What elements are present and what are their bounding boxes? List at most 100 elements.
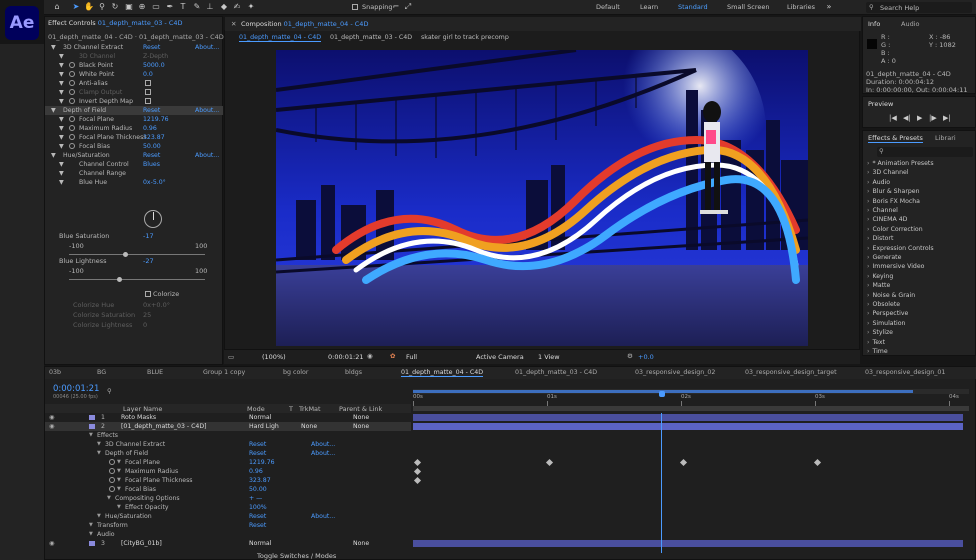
timeline-tracks[interactable] <box>413 413 969 553</box>
property-value[interactable]: 0.96 <box>249 467 263 476</box>
brush-tool-icon[interactable]: ✎ <box>192 2 202 12</box>
stopwatch-icon[interactable] <box>109 468 115 474</box>
expand-triangle-icon[interactable]: ▼ <box>51 151 56 160</box>
exposure-value[interactable]: +0.0 <box>638 353 654 361</box>
effects-presets-tab[interactable]: Effects & Presets <box>868 134 923 143</box>
audio-tab[interactable]: Audio <box>901 20 919 28</box>
workspace-standard[interactable]: Standard <box>678 3 708 11</box>
keyframe[interactable] <box>813 458 822 467</box>
expand-triangle-icon[interactable]: ▼ <box>107 494 111 503</box>
resolution-select[interactable]: Full <box>406 353 417 361</box>
overflow-icon[interactable]: » <box>824 2 834 12</box>
expand-triangle-icon[interactable]: ▼ <box>59 142 64 151</box>
comp-tab-skater[interactable]: skater girl to track precomp <box>421 34 509 41</box>
label-color-swatch[interactable] <box>89 424 95 429</box>
workspace-small-screen[interactable]: Small Screen <box>727 3 769 11</box>
expand-triangle-icon[interactable]: ▼ <box>59 115 64 124</box>
property-value[interactable]: 1219.76 <box>249 458 275 467</box>
reset-link[interactable]: Reset <box>143 106 160 115</box>
ec-checkbox[interactable] <box>145 98 151 104</box>
effects-category-item[interactable]: › Keying <box>867 273 893 280</box>
timeline-property-row[interactable]: ▼ Focal Bias 50.00 <box>45 485 411 494</box>
hand-tool-icon[interactable]: ✋ <box>84 2 94 12</box>
reset-link[interactable]: Reset <box>249 512 266 521</box>
info-tab[interactable]: Info <box>868 20 880 28</box>
timeline-tab[interactable]: 03b <box>49 369 61 376</box>
expand-triangle-icon[interactable]: ▼ <box>59 88 64 97</box>
effect-controls-tab[interactable]: Effect Controls 01_depth_matte_03 - C4D <box>48 19 220 29</box>
blue_saturation-knob[interactable] <box>123 252 129 257</box>
effects-category-item[interactable]: › Expression Controls <box>867 245 934 252</box>
effects-category-item[interactable]: › Distort <box>867 235 893 242</box>
effects-category-item[interactable]: › Stylize <box>867 329 893 336</box>
effects-category-item[interactable]: › Obsolete <box>867 301 900 308</box>
reset-link[interactable]: Reset <box>249 440 266 449</box>
expand-triangle-icon[interactable]: ▼ <box>59 169 64 178</box>
eraser-tool-icon[interactable]: ◆ <box>219 2 229 12</box>
timeline-tab[interactable]: 03_responsive_design_02 <box>635 369 715 376</box>
reset-link[interactable]: Reset <box>143 151 160 160</box>
timeline-layer-row[interactable]: ◉ 2 [01_depth_matte_03 - C4D] Hard Ligh None… <box>45 422 411 431</box>
ec-checkbox[interactable] <box>145 80 151 86</box>
blue_saturation-value[interactable]: -17 <box>143 232 154 240</box>
ec-row[interactable]: ▼ 3D Channel Extract Reset About... <box>45 43 223 52</box>
expand-triangle-icon[interactable]: ▼ <box>59 124 64 133</box>
about-link[interactable]: About... <box>311 512 335 521</box>
visibility-icon[interactable]: ◉ <box>49 413 54 422</box>
effects-category-item[interactable]: › Text <box>867 339 885 346</box>
expand-triangle-icon[interactable]: ▼ <box>59 97 64 106</box>
timeline-property-row[interactable]: ▼ Compositing Options + — <box>45 494 411 503</box>
effects-category-item[interactable]: › Immersive Video <box>867 263 924 270</box>
ec-row[interactable]: ▼ Channel Range <box>45 169 223 178</box>
expand-triangle-icon[interactable]: ▼ <box>117 503 121 512</box>
comp-tab-03[interactable]: 01_depth_matte_03 - C4D <box>330 34 412 41</box>
effects-category-item[interactable]: › Simulation <box>867 320 905 327</box>
timeline-layer-row[interactable]: ◉ 1 Roto Masks Normal None <box>45 413 411 422</box>
always-preview-icon[interactable]: ▭ <box>228 353 234 361</box>
effects-category-item[interactable]: › Matte <box>867 282 890 289</box>
zoom-level[interactable]: (100%) <box>262 353 286 361</box>
ec-row[interactable]: ▼ 3D Channel Z-Depth <box>45 52 223 61</box>
timeline-property-row[interactable]: ▼ Focal Plane 1219.76 <box>45 458 411 467</box>
time-navigator[interactable] <box>413 406 969 411</box>
effects-category-item[interactable]: › Channel <box>867 207 898 214</box>
effects-category-item[interactable]: › Color Correction <box>867 226 923 233</box>
camera-tool-icon[interactable]: ▣ <box>124 2 134 12</box>
expand-triangle-icon[interactable]: ▼ <box>117 476 121 485</box>
toggle-switches-modes[interactable]: Toggle Switches / Modes <box>257 552 336 560</box>
reset-link[interactable]: Reset <box>143 43 160 52</box>
timeline-tab[interactable]: 01_depth_matte_04 - C4D <box>401 369 484 377</box>
ec-value[interactable]: 0x-5.0° <box>143 178 166 187</box>
stopwatch-icon[interactable] <box>69 143 75 149</box>
stopwatch-icon[interactable] <box>109 459 115 465</box>
workspace-libraries[interactable]: Libraries <box>787 3 815 11</box>
timeline-property-row[interactable]: ▼ Effects <box>45 431 411 440</box>
timeline-layer-row[interactable]: ◉ 3 [CityBG_01b] Normal None <box>45 539 411 548</box>
home-icon[interactable]: ⌂ <box>52 2 62 12</box>
snapshot-icon[interactable]: ◉ <box>367 352 373 360</box>
keyframe[interactable] <box>679 458 688 467</box>
ec-row[interactable]: ▼ Anti-alias <box>45 79 223 88</box>
close-icon[interactable]: ✕ <box>231 20 236 28</box>
timeline-tab[interactable]: bg color <box>283 369 309 376</box>
stopwatch-icon[interactable] <box>69 62 75 68</box>
color-channel-icon[interactable]: ✿ <box>390 352 395 360</box>
comp-tab-04[interactable]: 01_depth_matte_04 - C4D <box>239 34 322 42</box>
layer-name[interactable]: [01_depth_matte_03 - C4D] <box>121 422 207 431</box>
ec-row[interactable]: ▼ Focal Plane 1219.76 <box>45 115 223 124</box>
effects-category-item[interactable]: › Perspective <box>867 310 908 317</box>
property-value[interactable]: 50.00 <box>249 485 267 494</box>
visibility-icon[interactable]: ◉ <box>49 422 54 431</box>
search-icon[interactable]: ⚲ <box>107 387 112 395</box>
timeline-tab[interactable]: BLUE <box>147 369 163 376</box>
about-link[interactable]: About... <box>195 151 219 160</box>
layer-parent[interactable]: None <box>353 422 369 431</box>
preview-tab[interactable]: Preview <box>868 100 893 108</box>
stopwatch-icon[interactable] <box>109 486 115 492</box>
timeline-property-row[interactable]: ▼ Hue/Saturation Reset About... <box>45 512 411 521</box>
ec-row[interactable]: ▼ Maximum Radius 0.96 <box>45 124 223 133</box>
ec-value[interactable]: 50.00 <box>143 142 161 151</box>
reset-exposure-icon[interactable]: ⚙ <box>627 352 633 360</box>
timeline-tab[interactable]: Group 1 copy <box>203 369 245 376</box>
layer-mode[interactable]: Hard Ligh <box>249 422 279 431</box>
